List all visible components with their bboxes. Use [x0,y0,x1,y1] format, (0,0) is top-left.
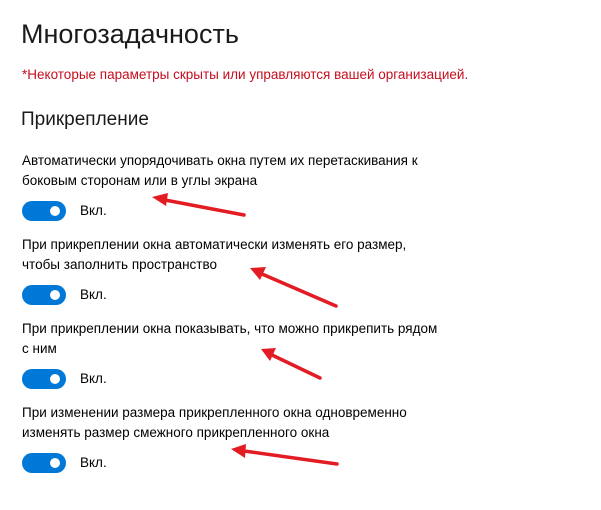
toggle-knob [50,290,60,300]
toggle-state-label: Вкл. [80,203,107,218]
fill-space-toggle[interactable] [22,285,66,305]
setting-description-line: При прикреплении окна автоматически изме… [22,237,407,252]
toggle-row: Вкл. [22,452,462,474]
setting-snap-windows: Автоматически упорядочивать окна путем и… [22,151,462,222]
toggle-knob [50,458,60,468]
toggle-state-label: Вкл. [80,287,107,302]
setting-description-line: При изменении размера прикрепленного окн… [22,405,407,420]
setting-resize-adjacent: При изменении размера прикрепленного окн… [22,403,462,474]
resize-adjacent-toggle[interactable] [22,453,66,473]
setting-description: При прикреплении окна автоматически изме… [22,235,462,275]
setting-fill-space: При прикреплении окна автоматически изме… [22,235,462,306]
setting-description-line: При прикреплении окна показывать, что мо… [22,321,438,336]
setting-description-line: с ним [22,341,57,356]
toggle-state-label: Вкл. [80,455,107,470]
toggle-row: Вкл. [22,368,462,390]
setting-description-line: боковым сторонам или в углы экрана [22,173,258,188]
page-title: Многозадачность [21,19,239,49]
setting-description-line: Автоматически упорядочивать окна путем и… [22,153,418,168]
toggle-row: Вкл. [22,284,462,306]
setting-description: При прикреплении окна показывать, что мо… [22,319,462,359]
toggle-state-label: Вкл. [80,371,107,386]
snap-assist-toggle[interactable] [22,369,66,389]
snap-windows-toggle[interactable] [22,201,66,221]
toggle-row: Вкл. [22,200,462,222]
setting-snap-assist: При прикреплении окна показывать, что мо… [22,319,462,390]
setting-description: Автоматически упорядочивать окна путем и… [22,151,462,191]
toggle-knob [50,206,60,216]
setting-description-line: чтобы заполнить пространство [22,257,218,272]
org-managed-warning: *Некоторые параметры скрыты или управляю… [22,67,469,82]
setting-description-line: изменять размер смежного прикрепленного … [22,425,330,440]
section-title-snap: Прикрепление [21,109,149,130]
setting-description: При изменении размера прикрепленного окн… [22,403,462,443]
toggle-knob [50,374,60,384]
